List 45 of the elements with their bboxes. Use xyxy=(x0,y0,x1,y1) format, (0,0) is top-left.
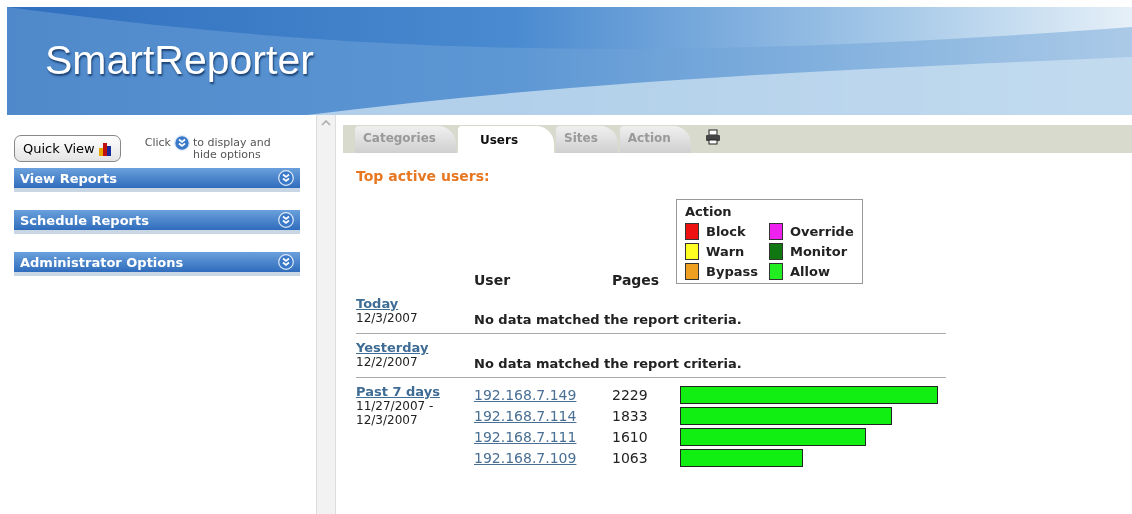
date-range: 12/3/2007 xyxy=(356,413,419,427)
legend-label: Bypass xyxy=(706,264,758,279)
section-label: Schedule Reports xyxy=(20,212,149,228)
section-label: Administrator Options xyxy=(20,254,184,270)
section-label: View Reports xyxy=(20,170,118,186)
tab[interactable]: Users xyxy=(457,126,555,153)
column-header: Pages xyxy=(612,272,661,290)
scrollbar[interactable] xyxy=(316,115,336,514)
user-link[interactable]: 192.168.7.114 xyxy=(474,407,612,424)
page-count: 1063 xyxy=(612,449,649,466)
quick-view-button[interactable]: Quick View xyxy=(14,135,121,162)
legend-label: Allow xyxy=(790,264,830,279)
page-count: 1833 xyxy=(612,407,649,424)
page-count: 1610 xyxy=(612,428,649,445)
expand-icon xyxy=(173,134,190,151)
date-range: 12/3/2007 xyxy=(356,311,419,325)
section-header[interactable]: Schedule Reports xyxy=(14,210,300,234)
expand-icon[interactable] xyxy=(278,212,294,228)
app-title: SmartReporter xyxy=(45,37,314,84)
legend-label: Block xyxy=(706,224,746,239)
no-data-message: No data matched the report criteria. xyxy=(474,356,742,371)
user-link[interactable]: 192.168.7.109 xyxy=(474,449,612,466)
section-heading: Top active users: xyxy=(356,168,491,184)
user-link[interactable]: 192.168.7.149 xyxy=(474,386,612,403)
period-link[interactable]: Today xyxy=(356,296,474,311)
column-header: User xyxy=(474,272,512,290)
no-data-message: No data matched the report criteria. xyxy=(474,312,742,327)
date-range: 12/2/2007 xyxy=(356,355,419,369)
legend-label: Override xyxy=(790,224,854,239)
printer-icon[interactable] xyxy=(704,129,721,145)
page-count: 2229 xyxy=(612,386,649,403)
period-link[interactable]: Yesterday xyxy=(356,340,474,355)
hint-text: Click xyxy=(144,136,171,149)
legend-label: Monitor xyxy=(790,244,848,259)
section-header[interactable]: View Reports xyxy=(14,168,300,192)
expand-icon[interactable] xyxy=(278,254,294,270)
expand-icon[interactable] xyxy=(278,170,294,186)
period-link[interactable]: Past 7 days xyxy=(356,384,474,399)
date-range: 11/27/2007 - xyxy=(356,399,435,413)
bar-chart-icon xyxy=(97,141,112,156)
hint-text: to display and hide options xyxy=(192,136,272,161)
legend-label: Warn xyxy=(706,244,745,259)
section-header[interactable]: Administrator Options xyxy=(14,252,300,276)
legend-title: Action xyxy=(685,204,733,219)
user-link[interactable]: 192.168.7.111 xyxy=(474,428,612,445)
